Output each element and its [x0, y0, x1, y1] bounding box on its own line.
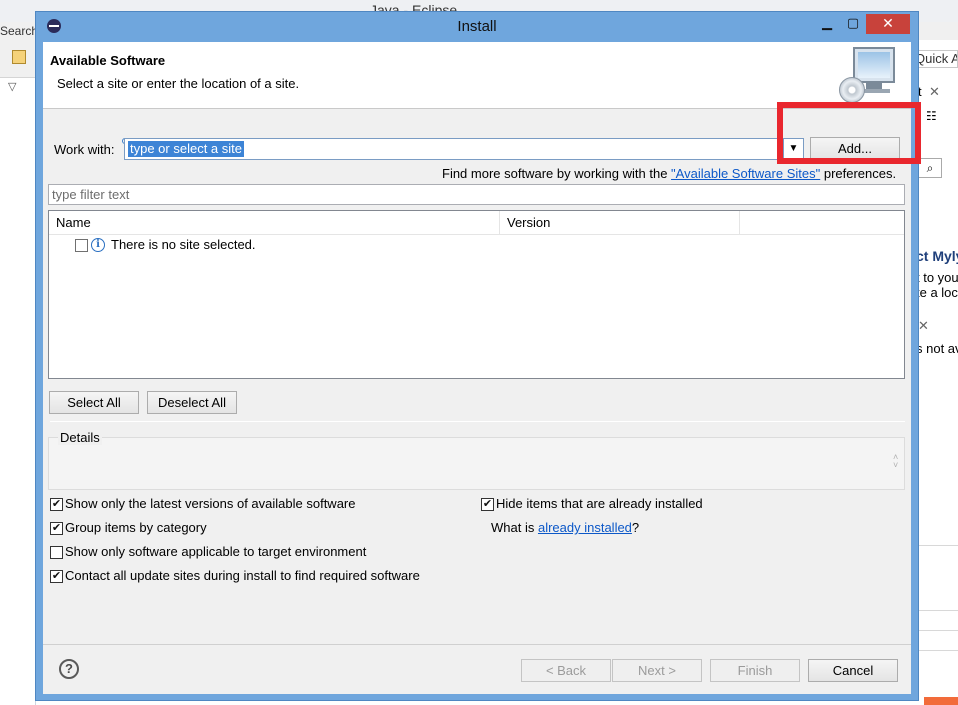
scroll-arrows-icon[interactable]: ˄ ˅: [893, 453, 898, 470]
help-icon[interactable]: ?: [59, 659, 79, 679]
hide-installed-label[interactable]: Hide items that are already installed: [496, 496, 703, 511]
target-environment-checkbox[interactable]: [50, 546, 63, 559]
wizard-banner: Available Software Select a site or ente…: [43, 42, 911, 109]
details-area: ˄ ˅: [48, 437, 905, 490]
divider: [916, 630, 958, 631]
divider: [916, 610, 958, 611]
cancel-button[interactable]: Cancel: [808, 659, 898, 682]
close-button[interactable]: ✕: [866, 14, 910, 34]
outline-icon[interactable]: ☷: [926, 109, 937, 123]
search-icon[interactable]: ⌕: [918, 158, 942, 178]
dialog-content: Available Software Select a site or ente…: [43, 42, 921, 694]
mylyn-text-1[interactable]: t to you: [916, 270, 958, 285]
back-button[interactable]: < Back: [521, 659, 611, 682]
group-by-category-label[interactable]: Group items by category: [65, 520, 207, 535]
maximize-button[interactable]: ▢: [842, 14, 864, 34]
latest-versions-checkbox[interactable]: [50, 498, 63, 511]
column-name[interactable]: Name: [49, 211, 500, 235]
table-header: Name Version: [49, 211, 904, 235]
install-dialog: Install ▁ ▢ ✕ Available Software Select …: [35, 11, 921, 701]
divider: [916, 650, 958, 651]
next-button[interactable]: Next >: [612, 659, 702, 682]
divider: [916, 545, 958, 546]
divider: [43, 644, 911, 645]
already-installed-link[interactable]: already installed: [538, 520, 632, 535]
close-icon[interactable]: ✕: [929, 84, 940, 100]
find-more-text: Find more software by working with the "…: [442, 166, 897, 181]
right-side-panel: [916, 40, 958, 705]
select-all-button[interactable]: Select All: [49, 391, 139, 414]
right-panel-text: s not av: [916, 341, 958, 356]
details-label: Details: [58, 430, 102, 445]
status-indicator: [924, 697, 958, 705]
finish-button[interactable]: Finish: [710, 659, 800, 682]
close-icon[interactable]: ✕: [918, 318, 929, 334]
install-wizard-icon: [838, 47, 898, 105]
filter-input[interactable]: type filter text: [48, 184, 905, 205]
latest-versions-label[interactable]: Show only the latest versions of availab…: [65, 496, 356, 511]
dialog-title: Install: [457, 18, 497, 35]
eclipse-search-menu[interactable]: Search: [0, 24, 36, 40]
page-description: Select a site or enter the location of a…: [57, 76, 300, 91]
mylyn-heading: ct Myly: [916, 248, 958, 264]
minimize-button[interactable]: ▁: [816, 14, 838, 34]
target-environment-label[interactable]: Show only software applicable to target …: [65, 544, 366, 559]
highlight-box: [777, 102, 921, 164]
hide-installed-checkbox[interactable]: [481, 498, 494, 511]
info-icon: i: [91, 238, 105, 252]
work-with-combo[interactable]: type or select a site: [124, 138, 804, 160]
column-version[interactable]: Version: [500, 211, 740, 235]
work-with-value[interactable]: type or select a site: [128, 141, 244, 157]
divider: [50, 421, 905, 422]
chevron-down-icon[interactable]: ▽: [8, 80, 16, 93]
deselect-all-button[interactable]: Deselect All: [147, 391, 237, 414]
filter-placeholder: type filter text: [52, 187, 130, 202]
table-row[interactable]: There is no site selected.: [111, 237, 256, 252]
available-software-sites-link[interactable]: "Available Software Sites": [671, 166, 820, 181]
contact-sites-checkbox[interactable]: [50, 570, 63, 583]
work-with-label: Work with:: [54, 142, 115, 157]
package-explorer-panel: [0, 78, 36, 705]
dialog-titlebar[interactable]: Install ▁ ▢ ✕: [36, 12, 918, 42]
toolbar-icon[interactable]: [12, 50, 26, 64]
what-is-installed-text: What is already installed?: [491, 520, 640, 535]
contact-sites-label[interactable]: Contact all update sites during install …: [65, 568, 420, 583]
page-title: Available Software: [50, 53, 166, 68]
group-by-category-checkbox[interactable]: [50, 522, 63, 535]
row-checkbox[interactable]: [75, 239, 88, 252]
mylyn-text-2[interactable]: te a loc: [916, 285, 958, 300]
software-table[interactable]: Name Version i There is no site selected…: [48, 210, 905, 379]
